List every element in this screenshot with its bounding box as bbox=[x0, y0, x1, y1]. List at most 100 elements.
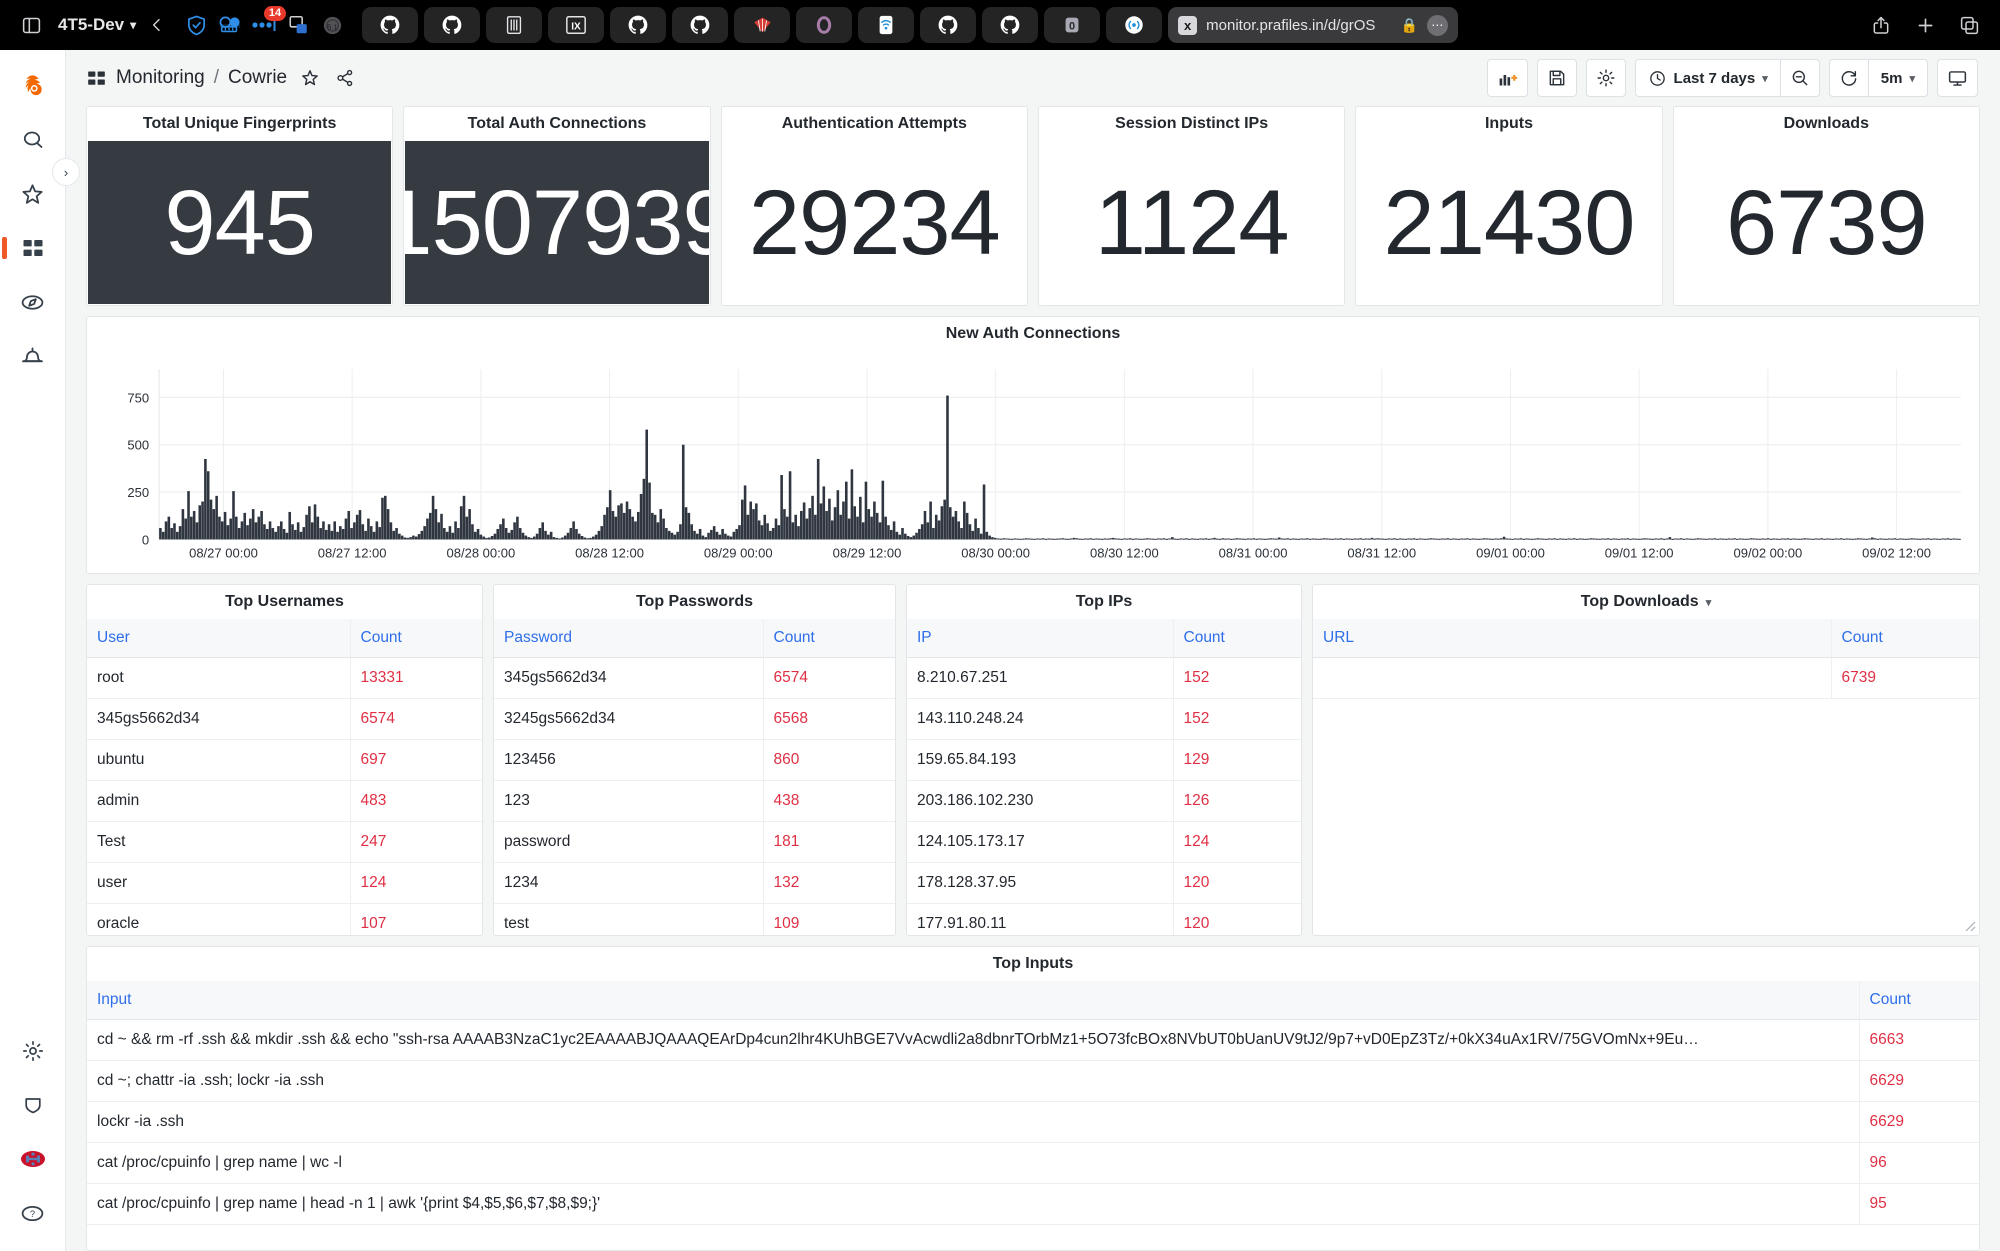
column-header-count[interactable]: Count bbox=[1830, 619, 1979, 658]
share-icon[interactable] bbox=[1864, 8, 1898, 42]
sidebar-item-dashboards[interactable] bbox=[1, 224, 57, 272]
goggles-icon[interactable] bbox=[214, 9, 246, 41]
table-row[interactable]: 178.128.37.95 120 bbox=[907, 862, 1301, 904]
tab-ix[interactable]: IX bbox=[548, 7, 605, 43]
column-header-password[interactable]: Password bbox=[494, 619, 763, 658]
refresh-button[interactable] bbox=[1828, 59, 1868, 97]
active-tab[interactable]: x monitor.prafiles.in/d/grOS 🔒 ⋯ bbox=[1168, 7, 1459, 43]
tab-ring-purple[interactable] bbox=[796, 7, 853, 43]
table-row[interactable]: 159.65.84.193 129 bbox=[907, 739, 1301, 781]
sidebar-item-user-avatar[interactable] bbox=[9, 1135, 57, 1183]
table-row[interactable]: 203.186.102.230 126 bbox=[907, 780, 1301, 822]
kiosk-mode-button[interactable] bbox=[1937, 59, 1978, 97]
tab-github-1[interactable] bbox=[362, 7, 419, 43]
new-tab-icon[interactable] bbox=[1908, 8, 1942, 42]
table-row[interactable]: password 181 bbox=[494, 821, 895, 863]
table-row[interactable]: 8.210.67.251 152 bbox=[907, 657, 1301, 699]
save-dashboard-button[interactable] bbox=[1536, 59, 1577, 97]
column-header-url[interactable]: URL bbox=[1313, 619, 1831, 658]
table-panel-top-passwords[interactable]: Top Passwords Password Count 345gs5662d3… bbox=[493, 584, 896, 936]
tab-broadcast[interactable] bbox=[1106, 7, 1163, 43]
sidebar-item-alerting[interactable] bbox=[9, 332, 57, 380]
table-row[interactable]: Test 247 bbox=[87, 821, 482, 863]
tab-github-4[interactable] bbox=[672, 7, 729, 43]
add-panel-button[interactable] bbox=[1486, 59, 1528, 97]
table-row[interactable]: 123456 860 bbox=[494, 739, 895, 781]
column-header-count[interactable]: Count bbox=[349, 619, 482, 658]
table-row[interactable]: root 13331 bbox=[87, 657, 482, 699]
table-row[interactable]: 177.91.80.11 120 bbox=[907, 903, 1301, 935]
sidebar-item-server-admin[interactable] bbox=[9, 1081, 57, 1129]
table-panel-top-ips[interactable]: Top IPs IP Count 8.210.67.251 152 143.110.… bbox=[906, 584, 1302, 936]
refresh-interval-picker[interactable]: 5m ▾ bbox=[1867, 59, 1928, 97]
table-row[interactable]: 123 438 bbox=[494, 780, 895, 822]
sidebar-toggle-icon[interactable] bbox=[14, 8, 48, 42]
sidebar-item-help[interactable]: ? bbox=[9, 1189, 57, 1237]
brave-shield-icon[interactable] bbox=[180, 9, 212, 41]
table-row[interactable]: user 124 bbox=[87, 862, 482, 904]
tab-github-5[interactable] bbox=[920, 7, 977, 43]
table-row[interactable]: oracle 107 bbox=[87, 903, 482, 935]
column-header-count[interactable]: Count bbox=[1172, 619, 1301, 658]
table-row[interactable]: 143.110.248.24 152 bbox=[907, 698, 1301, 740]
medal-icon[interactable]: 5.1 bbox=[316, 9, 348, 41]
tab-github-3[interactable] bbox=[610, 7, 667, 43]
column-header-ip[interactable]: IP bbox=[907, 619, 1173, 658]
stat-panel-inputs[interactable]: Inputs 21430 bbox=[1355, 106, 1663, 306]
zoom-out-time-button[interactable] bbox=[1779, 59, 1820, 97]
tab-github-2[interactable] bbox=[424, 7, 481, 43]
table-row[interactable]: cd ~ && rm -rf .ssh && mkdir .ssh && ech… bbox=[87, 1019, 1979, 1061]
table-row[interactable]: 345gs5662d34 6574 bbox=[87, 698, 482, 740]
sidebar-expand-button[interactable]: › bbox=[52, 158, 80, 186]
table-panel-top-usernames[interactable]: Top Usernames User Count root 13331 345gs5… bbox=[86, 584, 483, 936]
time-range-picker[interactable]: Last 7 days ▾ bbox=[1634, 59, 1780, 97]
table-row[interactable]: 345gs5662d34 6574 bbox=[494, 657, 895, 699]
stat-panel-authentication-attempts[interactable]: Authentication Attempts 29234 bbox=[720, 106, 1028, 306]
window-stack-icon[interactable] bbox=[282, 9, 314, 41]
table-row[interactable]: 3245gs5662d34 6568 bbox=[494, 698, 895, 740]
panel-resize-handle[interactable] bbox=[1964, 920, 1976, 932]
stat-panel-session-distinct-ips[interactable]: Session Distinct IPs 1124 bbox=[1037, 106, 1346, 306]
timeseries-panel-new-auth-connections[interactable]: New Auth Connections 0 250 500 750 08/27 00:… bbox=[86, 316, 1980, 574]
sidebar-item-configuration[interactable] bbox=[9, 1027, 57, 1075]
column-header-user[interactable]: User bbox=[87, 619, 350, 658]
tab-server-rack[interactable] bbox=[486, 7, 543, 43]
sidebar-item-explore[interactable] bbox=[9, 278, 57, 326]
table-row[interactable]: lockr -ia .ssh 6629 bbox=[87, 1101, 1979, 1143]
back-icon[interactable] bbox=[140, 8, 174, 42]
table-scroll-area[interactable]: IP Count 8.210.67.251 152 143.110.248.24 15… bbox=[907, 619, 1301, 935]
table-row[interactable]: 1234 132 bbox=[494, 862, 895, 904]
chevron-down-icon[interactable]: ▾ bbox=[1706, 596, 1712, 609]
table-panel-top-inputs[interactable]: Top Inputs Input Count cd ~ && rm -rf .s… bbox=[86, 946, 1980, 1251]
table-row[interactable]: cat /proc/cpuinfo | grep name | wc -l 96 bbox=[87, 1142, 1979, 1184]
stat-panel-unique-fingerprints[interactable]: Total Unique Fingerprints 945 bbox=[86, 106, 394, 306]
column-header-input[interactable]: Input bbox=[87, 981, 1859, 1020]
table-scroll-area[interactable]: URL Count 6739 bbox=[1313, 619, 1979, 935]
table-row[interactable]: 124.105.173.17 124 bbox=[907, 821, 1301, 863]
table-scroll-area[interactable]: Password Count 345gs5662d34 6574 3245gs566… bbox=[494, 619, 895, 935]
sidebar-item-search[interactable] bbox=[9, 116, 57, 164]
dashboard-settings-button[interactable] bbox=[1585, 59, 1626, 97]
table-row[interactable]: cat /proc/cpuinfo | grep name | head -n … bbox=[87, 1183, 1979, 1225]
dots-icon[interactable]: 14 bbox=[248, 6, 287, 41]
breadcrumb-root[interactable]: Monitoring bbox=[116, 67, 205, 89]
share-icon[interactable] bbox=[335, 68, 355, 88]
tab-zero[interactable]: 0 bbox=[1044, 7, 1101, 43]
tab-menu-icon[interactable]: ⋯ bbox=[1427, 14, 1449, 36]
browser-profile-selector[interactable]: 4T5-Dev ▾ bbox=[58, 15, 136, 35]
stat-panel-downloads[interactable]: Downloads 6739 bbox=[1672, 106, 1980, 306]
table-scroll-area[interactable]: Input Count cd ~ && rm -rf .ssh && mkdir… bbox=[87, 981, 1979, 1250]
column-header-count[interactable]: Count bbox=[762, 619, 895, 658]
table-scroll-area[interactable]: User Count root 13331 345gs5662d34 6574 ubun… bbox=[87, 619, 482, 935]
tab-overview-icon[interactable] bbox=[1952, 8, 1986, 42]
table-panel-top-downloads[interactable]: Top Downloads ▾ URL Count 6739 bbox=[1312, 584, 1980, 936]
table-row[interactable]: ubuntu 697 bbox=[87, 739, 482, 781]
star-icon[interactable] bbox=[300, 68, 320, 88]
stat-panel-total-auth-connections[interactable]: Total Auth Connections 1507939 bbox=[403, 106, 711, 306]
column-header-count[interactable]: Count bbox=[1858, 981, 1979, 1020]
table-row[interactable]: test 109 bbox=[494, 903, 895, 935]
table-row[interactable]: 6739 bbox=[1313, 657, 1979, 699]
table-row[interactable]: cd ~; chattr -ia .ssh; lockr -ia .ssh 662… bbox=[87, 1060, 1979, 1102]
sidebar-item-starred[interactable] bbox=[9, 170, 57, 218]
sidebar-item-grafana-logo[interactable] bbox=[9, 62, 57, 110]
